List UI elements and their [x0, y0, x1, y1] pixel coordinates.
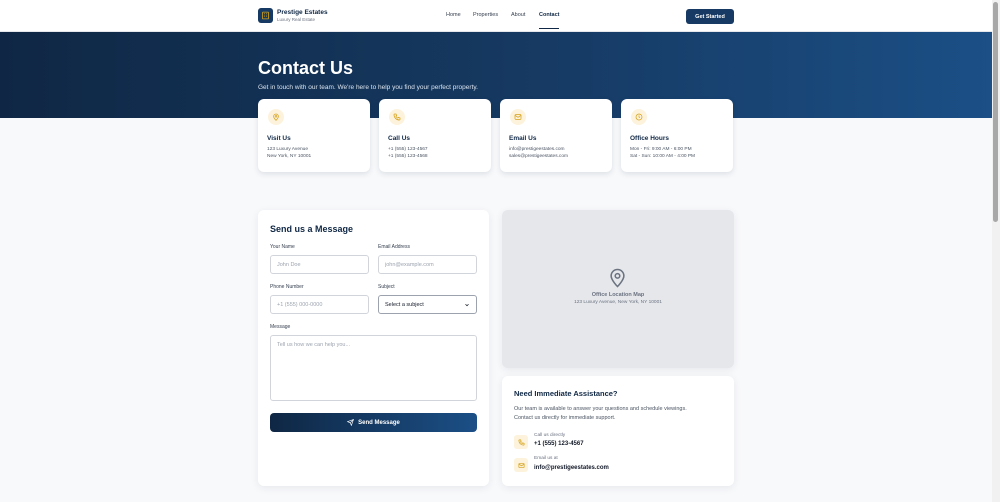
- active-nav-indicator: [539, 28, 559, 29]
- email-label: Email Address: [378, 244, 410, 250]
- phone-label: Phone Number: [270, 284, 304, 290]
- email-input[interactable]: [378, 255, 477, 274]
- map-pin-icon: [610, 268, 625, 288]
- send-icon: [347, 419, 355, 426]
- nav-link-properties[interactable]: Properties: [473, 12, 498, 18]
- page-title: Contact Us: [258, 58, 354, 78]
- assistance-title: Need Immediate Assistance?: [514, 389, 618, 398]
- email-label: Email us at: [534, 456, 558, 461]
- map-pin-icon: [273, 113, 279, 121]
- map-title: Office Location Map: [591, 292, 645, 298]
- get-started-button[interactable]: Get Started: [686, 9, 734, 24]
- map-address: 123 Luxury Avenue, New York, NY 10001: [574, 300, 662, 305]
- form-title: Send us a Message: [270, 224, 354, 234]
- info-card-title: Email Us: [509, 135, 537, 142]
- name-input[interactable]: [270, 255, 369, 274]
- mail-icon: [518, 462, 524, 468]
- subject-select-value: Select a subject: [385, 301, 424, 308]
- message-label: Message: [270, 324, 291, 330]
- office-map[interactable]: [502, 210, 734, 368]
- info-card-line: Mon - Fri: 9:00 AM - 6:00 PM: [630, 147, 692, 152]
- info-card-line: +1 (555) 123-4568: [388, 154, 428, 159]
- clock-icon: [635, 113, 643, 121]
- info-card-line: 123 Luxury Avenue: [267, 147, 308, 152]
- phone-icon: [393, 113, 401, 121]
- logo[interactable]: [258, 8, 273, 23]
- info-card-email: Email Us info@prestigeestates.com sales@…: [500, 99, 612, 172]
- hero-banner: [0, 32, 992, 118]
- mail-icon: [514, 114, 522, 120]
- info-card-line: sales@prestigeestates.com: [509, 154, 568, 159]
- info-card-title: Visit Us: [267, 135, 291, 142]
- info-card-hours: Office Hours Mon - Fri: 9:00 AM - 6:00 P…: [621, 99, 733, 172]
- phone-input[interactable]: [270, 295, 369, 314]
- scrollbar-thumb[interactable]: [993, 2, 998, 222]
- top-navbar: Prestige Estates Luxury Real Estate Home…: [0, 0, 992, 32]
- info-card-call: Call Us +1 (555) 123-4567 +1 (555) 123-4…: [379, 99, 491, 172]
- call-label: Call us directly: [534, 433, 566, 438]
- info-card-line: Sat - Sun: 10:00 AM - 4:00 PM: [630, 154, 696, 159]
- nav-link-about[interactable]: About: [511, 12, 525, 18]
- nav-link-contact[interactable]: Contact: [539, 12, 559, 18]
- name-label: Your Name: [270, 244, 295, 250]
- info-card-visit: Visit Us 123 Luxury Avenue New York, NY …: [258, 99, 370, 172]
- phone-icon: [518, 439, 524, 445]
- brand-tagline: Luxury Real Estate: [277, 17, 316, 22]
- brand-name[interactable]: Prestige Estates: [277, 9, 328, 16]
- info-card-line: +1 (555) 123-4567: [388, 147, 428, 152]
- chevron-down-icon: [465, 303, 469, 306]
- nav-link-home[interactable]: Home: [446, 12, 461, 18]
- info-card-line: info@prestigeestates.com: [509, 147, 565, 152]
- building-icon: [262, 11, 269, 20]
- info-card-title: Call Us: [388, 135, 411, 142]
- send-message-label: Send Message: [358, 419, 400, 426]
- send-message-button[interactable]: Send Message: [270, 413, 477, 432]
- call-phone-link[interactable]: +1 (555) 123-4567: [534, 441, 584, 447]
- info-card-title: Office Hours: [630, 135, 670, 142]
- subject-label: Subject: [378, 284, 395, 290]
- info-card-line: New York, NY 10001: [267, 154, 312, 159]
- page-subtitle: Get in touch with our team. We're here t…: [258, 84, 478, 91]
- assistance-description: Contact us directly for immediate suppor…: [514, 415, 616, 421]
- message-textarea[interactable]: [270, 335, 477, 401]
- assistance-description: Our team is available to answer your que…: [514, 406, 687, 412]
- email-link[interactable]: info@prestigeestates.com: [534, 465, 609, 471]
- subject-select[interactable]: Select a subject: [378, 295, 477, 314]
